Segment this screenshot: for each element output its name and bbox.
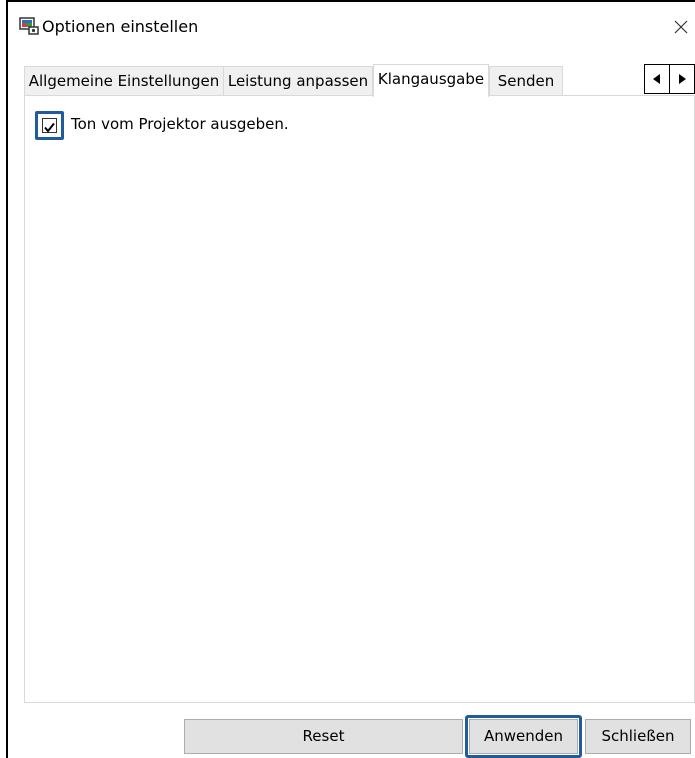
projector-sound-checkbox[interactable] [42, 118, 57, 133]
tab-scroll-left-button[interactable] [644, 64, 670, 94]
tab-scroll-controls [644, 64, 695, 94]
options-dialog: Optionen einstellen Allgemeine Einstellu… [6, 0, 695, 758]
checkbox-highlight-frame [35, 111, 64, 140]
window-title: Optionen einstellen [42, 17, 199, 36]
title-bar: Optionen einstellen [8, 2, 695, 54]
projector-sound-label[interactable]: Ton vom Projektor ausgeben. [71, 114, 289, 134]
close-button[interactable]: Schließen [585, 719, 691, 754]
apply-button[interactable]: Anwenden [469, 719, 578, 754]
tab-panel-sound-output: Ton vom Projektor ausgeben. [24, 95, 695, 703]
tab-performance[interactable]: Leistung anpassen [223, 66, 373, 96]
tab-strip: Allgemeine Einstellungen Leistung anpass… [24, 64, 695, 97]
triangle-left-icon [653, 74, 660, 84]
tab-sound-output[interactable]: Klangausgabe [373, 64, 489, 97]
close-icon[interactable] [671, 17, 691, 37]
tab-scroll-right-button[interactable] [669, 64, 695, 94]
tab-send[interactable]: Senden [489, 66, 563, 96]
triangle-right-icon [679, 74, 686, 84]
projector-app-icon [19, 17, 39, 35]
checkmark-icon [44, 122, 55, 133]
reset-button[interactable]: Reset [184, 719, 463, 754]
tab-general-settings[interactable]: Allgemeine Einstellungen [24, 66, 224, 96]
